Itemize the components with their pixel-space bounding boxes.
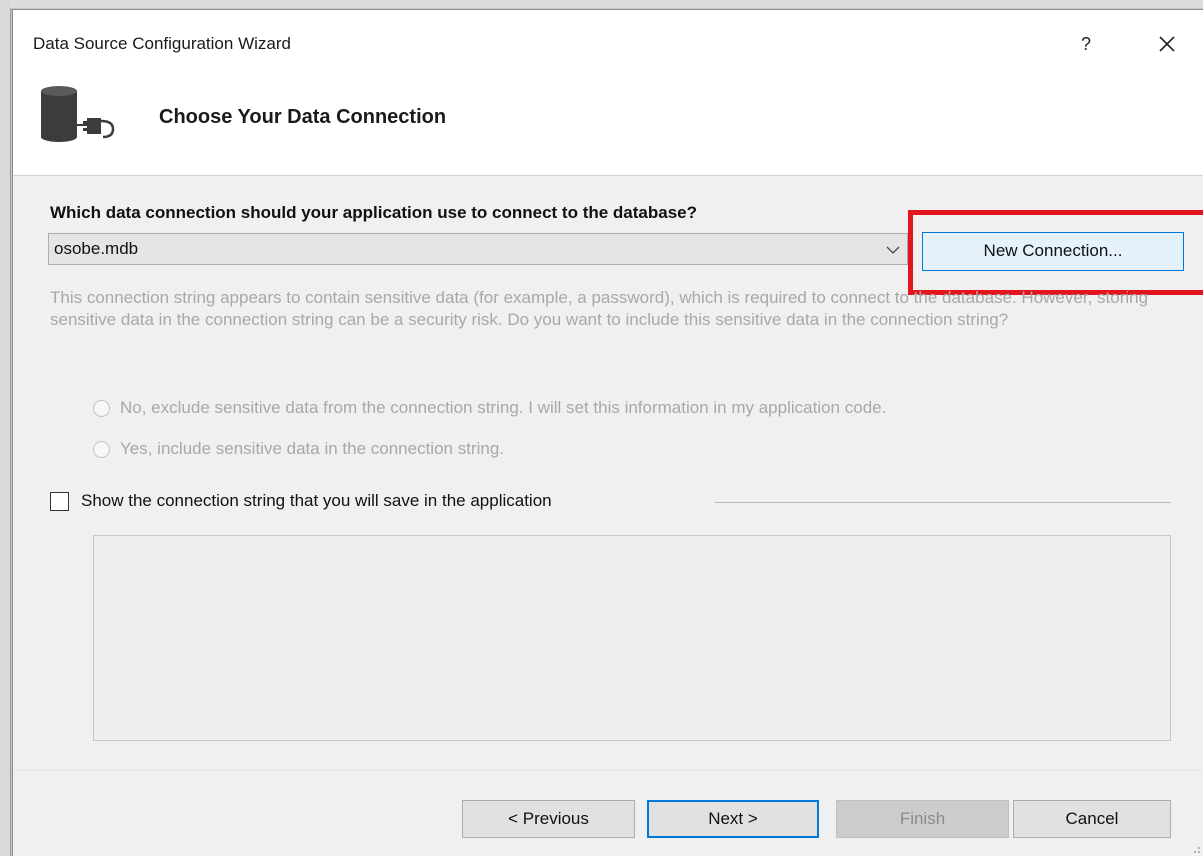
radio-exclude-sensitive[interactable]: No, exclude sensitive data from the conn… [93,398,886,418]
show-connection-string-label: Show the connection string that you will… [81,491,552,510]
cancel-button[interactable]: Cancel [1013,800,1171,838]
background-window-top [10,0,1203,8]
connection-string-textbox[interactable] [93,535,1171,741]
chevron-down-icon [886,246,900,254]
radio-button[interactable] [93,399,110,417]
window-title: Data Source Configuration Wizard [33,34,291,53]
background-window-edge [0,0,11,856]
radio-include-sensitive[interactable]: Yes, include sensitive data in the conne… [93,439,504,459]
help-icon: ? [1080,34,1091,54]
connection-question-label: Which data connection should your applic… [50,203,698,222]
show-connection-string-checkbox[interactable]: Show the connection string that you will… [50,491,552,511]
help-button[interactable]: ? [1071,29,1101,59]
connection-dropdown-value: osobe.mdb [54,239,139,258]
page-title: Choose Your Data Connection [159,106,447,128]
checkbox[interactable] [50,491,69,511]
sensitive-data-warning: This connection string appears to contai… [50,288,1149,329]
resize-grip-icon[interactable] [1191,844,1201,854]
finish-button: Finish [836,800,1009,838]
connection-dropdown[interactable]: osobe.mdb [48,233,908,265]
database-plug-icon [37,85,127,145]
close-icon [1159,36,1175,52]
radio-exclude-label: No, exclude sensitive data from the conn… [120,398,887,417]
radio-include-label: Yes, include sensitive data in the conne… [120,439,505,458]
group-divider [715,502,1171,503]
footer-divider [13,770,1203,771]
wizard-header: Data Source Configuration Wizard ? Choos… [13,10,1203,176]
previous-button[interactable]: < Previous [462,800,635,838]
close-button[interactable] [1150,29,1184,59]
wizard-dialog: Data Source Configuration Wizard ? Choos… [12,9,1203,856]
new-connection-button[interactable]: New Connection... [922,232,1184,271]
radio-button[interactable] [93,440,110,458]
next-button[interactable]: Next > [647,800,819,838]
